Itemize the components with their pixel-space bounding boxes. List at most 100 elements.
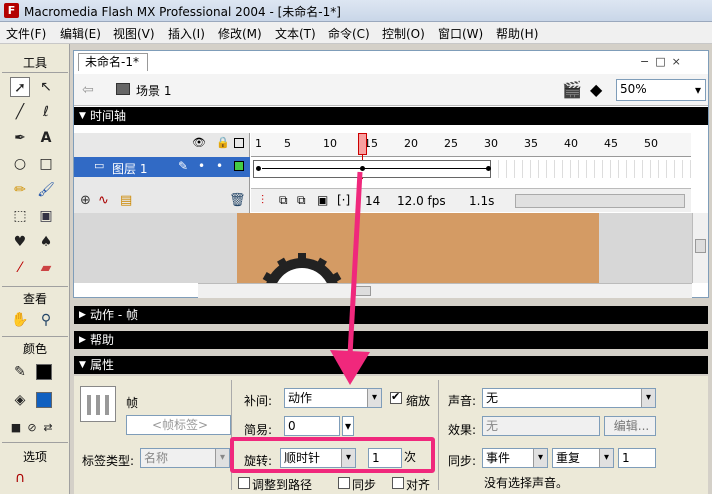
actions-panel-header[interactable]: ▶ 动作 - 帧 xyxy=(74,306,708,324)
title-bar: F Macromedia Flash MX Professional 2004 … xyxy=(0,0,712,22)
free-transform-tool-icon[interactable]: ⬚ xyxy=(10,206,30,226)
fill-transform-tool-icon[interactable]: ▣ xyxy=(36,206,56,226)
zoom-select[interactable]: 50% ▾ xyxy=(616,79,706,101)
pen-tool-icon[interactable]: ✒ xyxy=(10,128,30,148)
layer-row[interactable]: ▭ 图层 1 ✎ • • xyxy=(74,157,250,177)
tick-label: 50 xyxy=(644,137,658,150)
eraser-tool-icon[interactable]: ▰ xyxy=(36,258,56,278)
chevron-down-icon: ▾ xyxy=(641,389,655,407)
sync-checkbox[interactable] xyxy=(338,477,350,489)
edit-symbol-icon[interactable]: ◆ xyxy=(590,80,602,99)
expand-triangle-icon: ▶ xyxy=(79,335,86,345)
label-type-value: 名称 xyxy=(144,451,169,465)
snap-magnet-icon[interactable]: ∩ xyxy=(10,468,30,488)
menu-commands[interactable]: 命令(C) xyxy=(328,25,370,42)
stage-vscroll[interactable] xyxy=(692,213,708,283)
scene-bar: ⇦ 场景 1 🎬 ◆ 50% ▾ xyxy=(74,74,708,106)
frame-rate: 12.0 fps xyxy=(397,194,446,208)
stroke-color-swatch[interactable] xyxy=(36,364,52,380)
stage-hscroll[interactable] xyxy=(198,283,692,298)
no-sound-text: 没有选择声音。 xyxy=(484,476,569,490)
trash-icon[interactable]: 🗑 xyxy=(229,193,246,208)
effect-select[interactable]: 无 xyxy=(482,416,600,436)
menu-control[interactable]: 控制(O) xyxy=(382,25,425,42)
line-tool-icon[interactable]: ╱ xyxy=(10,102,30,122)
onion-skin-icon[interactable]: ⧉ xyxy=(279,193,288,208)
lasso-tool-icon[interactable]: ℓ xyxy=(36,102,56,122)
orient-to-path-label: 调整到路径 xyxy=(252,478,313,492)
edit-scene-icon[interactable]: 🎬 xyxy=(562,80,582,99)
snap-checkbox[interactable] xyxy=(392,477,404,489)
rectangle-tool-icon[interactable]: □ xyxy=(36,154,56,174)
ease-slider-button[interactable]: ▾ xyxy=(342,416,354,436)
ink-bottle-tool-icon[interactable]: ♥ xyxy=(10,232,30,252)
rotate-highlight-box xyxy=(230,437,435,473)
arrow-tool-icon[interactable]: ➚ xyxy=(10,77,30,97)
fill-color-icon[interactable]: ◈ xyxy=(10,390,30,410)
menu-view[interactable]: 视图(V) xyxy=(113,25,155,42)
add-guide-icon[interactable]: ∿ xyxy=(98,193,109,208)
orient-to-path-checkbox[interactable] xyxy=(238,477,250,489)
scroll-thumb[interactable] xyxy=(695,239,706,253)
menu-text[interactable]: 文本(T) xyxy=(275,25,316,42)
scale-checkbox[interactable]: ✔ xyxy=(390,390,402,404)
stroke-color-icon[interactable]: ✎ xyxy=(10,362,30,382)
center-frame-icon[interactable]: ⫶ xyxy=(261,193,264,208)
add-layer-icon[interactable]: ⊕ xyxy=(80,193,91,208)
edit-multiple-icon[interactable]: ▣ xyxy=(317,193,328,207)
onion-outline-icon[interactable]: ⧉ xyxy=(297,193,306,208)
properties-panel-header[interactable]: ▼ 属性 xyxy=(74,356,708,374)
collapse-triangle-icon: ▼ xyxy=(79,111,86,121)
properties-panel-title: 属性 xyxy=(90,358,115,372)
menu-file[interactable]: 文件(F) xyxy=(6,25,46,42)
add-folder-icon[interactable]: ▤ xyxy=(120,193,132,208)
label-type-label: 标签类型: xyxy=(82,454,135,468)
zoom-value: 50% xyxy=(620,82,647,96)
stage[interactable] xyxy=(237,213,599,283)
menu-edit[interactable]: 编辑(E) xyxy=(60,25,101,42)
help-panel-header[interactable]: ▶ 帮助 xyxy=(74,331,708,349)
document-tab[interactable]: 未命名-1* xyxy=(78,53,148,71)
fill-color-swatch[interactable] xyxy=(36,392,52,408)
scene-name: 场景 1 xyxy=(136,84,172,98)
menu-insert[interactable]: 插入(I) xyxy=(168,25,205,42)
label-type-select[interactable]: 名称 ▾ xyxy=(140,448,230,468)
brush-tool-icon[interactable]: 🖌 xyxy=(36,180,56,200)
frame-label-input[interactable]: <帧标签> xyxy=(126,415,231,435)
window-title: Macromedia Flash MX Professional 2004 - … xyxy=(24,5,341,19)
window-controls[interactable]: −□× xyxy=(640,55,687,68)
eye-icon[interactable]: 👁 xyxy=(192,136,206,149)
sound-select[interactable]: 无 ▾ xyxy=(482,388,656,408)
repeat-label: 重复 xyxy=(556,451,581,465)
timeline-hscroll[interactable] xyxy=(515,194,685,208)
sound-sync-select[interactable]: 事件 ▾ xyxy=(482,448,548,468)
edit-sound-button[interactable]: 编辑... xyxy=(604,416,656,436)
keyframe-dot xyxy=(256,166,261,171)
sound-sync-value: 事件 xyxy=(486,451,511,465)
subselect-tool-icon[interactable]: ↖ xyxy=(36,77,56,97)
ease-input[interactable]: 0 xyxy=(284,416,340,436)
lock-icon[interactable]: 🔒 xyxy=(216,136,230,149)
tween-select[interactable]: 动作 ▾ xyxy=(284,388,382,408)
repeat-select[interactable]: 重复 ▾ xyxy=(552,448,614,468)
hand-tool-icon[interactable]: ✋ xyxy=(10,310,30,330)
swap-colors-icon[interactable]: ⇄ xyxy=(38,418,58,438)
pencil-tool-icon[interactable]: ✏ xyxy=(10,180,30,200)
back-arrow-icon[interactable]: ⇦ xyxy=(82,82,94,98)
text-tool-icon[interactable]: A xyxy=(36,128,56,148)
scale-label: 缩放 xyxy=(406,394,431,408)
timeline-header[interactable]: ▼ 时间轴 xyxy=(74,107,708,125)
menu-window[interactable]: 窗口(W) xyxy=(438,25,483,42)
timeline-title: 时间轴 xyxy=(90,109,127,123)
eyedropper-tool-icon[interactable]: ⁄ xyxy=(10,258,30,278)
menu-modify[interactable]: 修改(M) xyxy=(218,25,262,42)
help-panel-title: 帮助 xyxy=(90,333,115,347)
menu-help[interactable]: 帮助(H) xyxy=(496,25,538,42)
frame-thumbnail-icon xyxy=(80,386,116,422)
repeat-count-input[interactable]: 1 xyxy=(618,448,656,468)
zoom-tool-icon[interactable]: ⚲ xyxy=(36,310,56,330)
frame-ruler[interactable]: 1 5 10 15 20 25 30 35 40 45 50 xyxy=(251,133,691,157)
paint-bucket-tool-icon[interactable]: ♠ xyxy=(36,232,56,252)
outline-icon[interactable] xyxy=(234,138,244,148)
oval-tool-icon[interactable]: ○ xyxy=(10,154,30,174)
